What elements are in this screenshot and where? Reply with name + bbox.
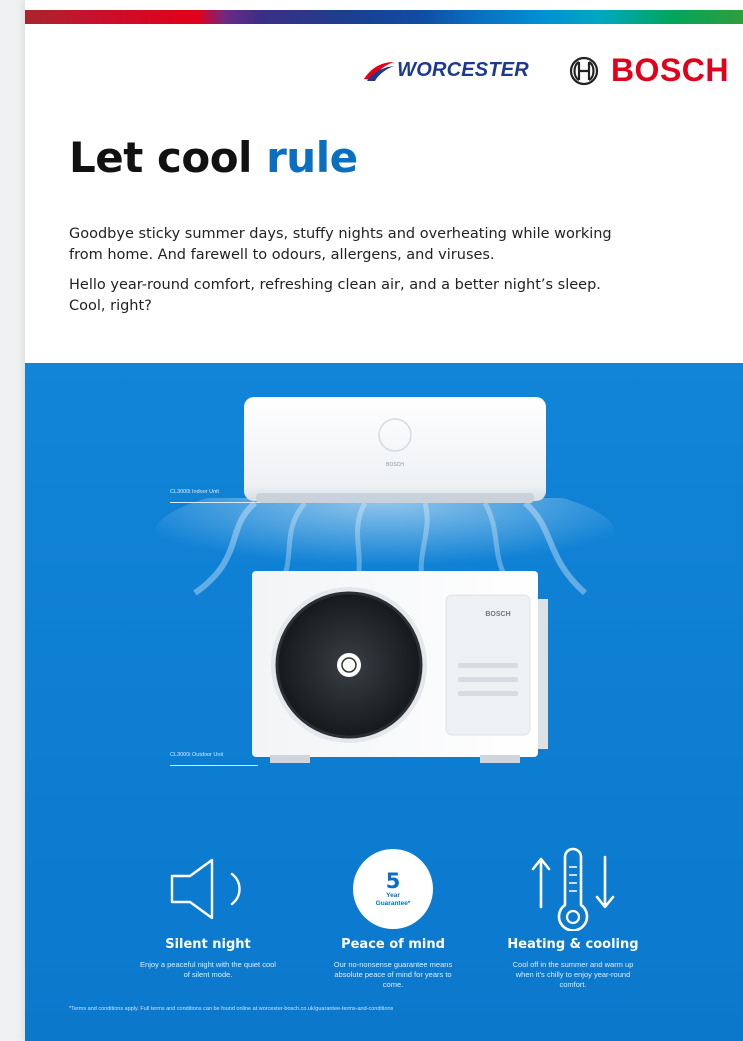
bosch-logo: BOSCH [569,52,729,89]
terms-footnote: *Terms and conditions apply. Full terms … [69,1006,394,1012]
feature-title: Heating & cooling [507,937,639,952]
feature-description: Our no-nonsense guarantee means absolute… [333,960,453,989]
feature-silent-night: Silent night Enjoy a peaceful night with… [133,847,283,980]
feature-title: Silent night [165,937,251,952]
thermometer-icon [498,847,648,931]
brochure-page: WORCESTER BOSCH Let cool rule Goodbye st… [25,0,743,1041]
guarantee-badge-circle: 5 Year Guarantee* [353,849,433,929]
outdoor-unit-image: BOSCH [252,571,548,763]
bosch-logo-text: BOSCH [610,52,729,88]
indoor-unit-pointer [170,502,260,503]
outdoor-unit-label: CL3000i Outdoor Unit [170,752,224,758]
intro-paragraph-1: Goodbye sticky summer days, stuffy night… [69,226,612,263]
feature-description: Cool off in the summer and warm up when … [512,960,634,989]
guarantee-year-label: Year [386,892,400,899]
guarantee-badge: 5 Year Guarantee* [318,847,468,931]
product-panel: BOSCH CL3000i Indoor Unit BOSCH CL3000i … [25,363,743,1041]
guarantee-years: 5 [385,869,401,893]
worcester-swoosh-icon [364,61,395,81]
outdoor-unit-pointer [170,765,258,766]
feature-description: Enjoy a peaceful night with the quiet co… [140,960,276,979]
feature-title: Peace of mind [341,937,445,952]
worcester-logo-text: WORCESTER [397,59,529,81]
feature-heating-cooling: Heating & cooling Cool off in the summer… [498,847,648,990]
outdoor-unit-brand: BOSCH [485,611,510,618]
indoor-unit-label: CL3000i Indoor Unit [170,489,219,495]
bosch-armature-icon [569,56,599,85]
indoor-unit-image: BOSCH [244,397,546,503]
speaker-icon [133,847,283,931]
intro-copy: Goodbye sticky summer days, stuffy night… [69,224,629,326]
indoor-unit-brand: BOSCH [386,462,404,468]
intro-paragraph-2: Hello year-round comfort, refreshing cle… [69,277,601,314]
page-headline: Let cool rule [69,133,358,182]
headline-text: Let cool [69,133,252,182]
brand-color-bar [25,10,743,24]
guarantee-label: Guarantee* [375,900,411,907]
logo-group: WORCESTER BOSCH [363,52,729,89]
headline-accent: rule [266,133,358,182]
worcester-logo: WORCESTER [363,59,529,82]
top-margin [25,0,743,10]
feature-peace-of-mind: 5 Year Guarantee* Peace of mind Our no-n… [318,847,468,990]
